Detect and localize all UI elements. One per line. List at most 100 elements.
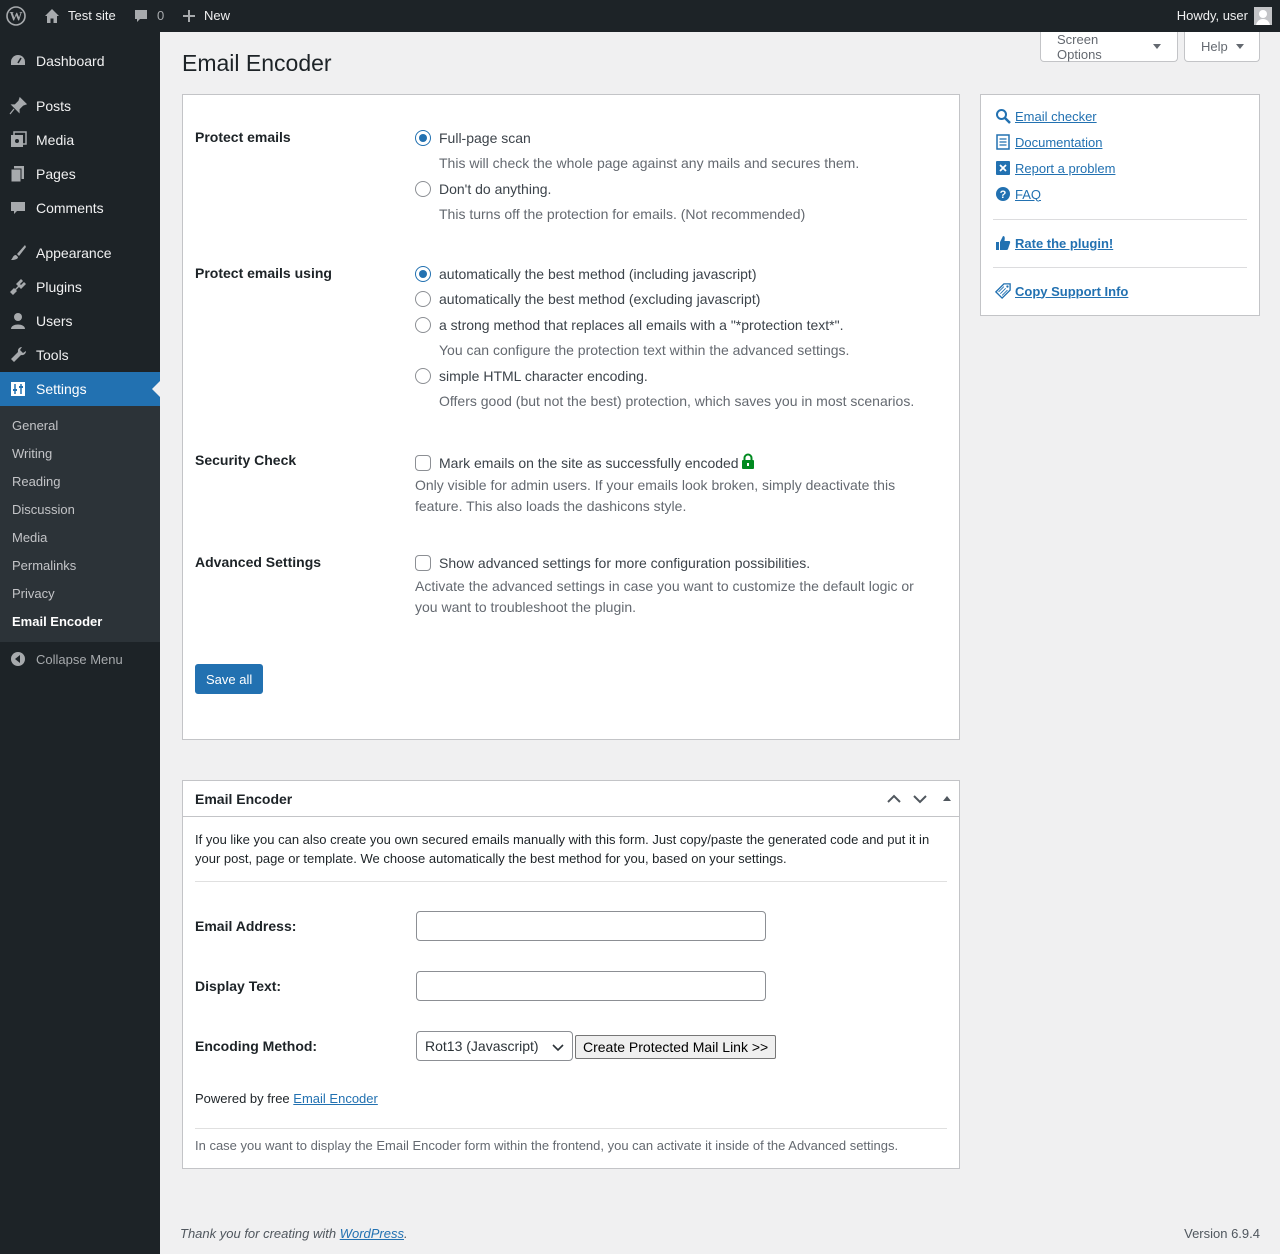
tag-icon <box>995 283 1011 300</box>
new-content-link[interactable]: New <box>182 0 230 32</box>
email-encoder-link[interactable]: Email Encoder <box>293 1091 378 1106</box>
wordpress-logo-icon[interactable]: W <box>6 0 28 32</box>
option-description: This will check the whole page against a… <box>439 155 860 171</box>
panel-intro: If you like you can also create you own … <box>195 832 930 866</box>
sidebar-item-comments[interactable]: Comments <box>0 191 160 225</box>
radio-label: automatically the best method (excluding… <box>439 291 761 307</box>
option-description: You can configure the protection text wi… <box>439 342 850 358</box>
advanced-settings-description: Activate the advanced settings in case y… <box>415 578 914 615</box>
sidebar-item-settings[interactable]: Settings <box>0 372 160 406</box>
create-mail-link-button[interactable]: Create Protected Mail Link >> <box>575 1035 777 1059</box>
sidebar-item-label: Dashboard <box>36 53 105 69</box>
option-description: This turns off the protection for emails… <box>439 206 806 222</box>
documentation-link[interactable]: Documentation <box>995 134 1102 150</box>
pin-icon <box>0 97 36 115</box>
comments-count: 0 <box>157 8 165 23</box>
collapse-menu-button[interactable]: Collapse Menu <box>0 642 160 676</box>
divider <box>195 881 947 882</box>
collapse-label: Collapse Menu <box>36 651 123 667</box>
protect-emails-label: Protect emails <box>195 129 291 145</box>
radio-dont-do-anything[interactable]: Don't do anything. <box>415 181 551 197</box>
submenu-item-general[interactable]: General <box>12 418 58 433</box>
sidebar-item-pages[interactable]: Pages <box>0 157 160 191</box>
sidebar-item-tools[interactable]: Tools <box>0 338 160 372</box>
wordpress-link[interactable]: WordPress <box>340 1226 404 1241</box>
copy-support-info-link[interactable]: Copy Support Info <box>995 283 1129 300</box>
sidebar-item-label: Comments <box>36 200 104 216</box>
svg-text:W: W <box>10 9 23 24</box>
select-value: Rot13 (Javascript) <box>425 1038 539 1054</box>
submenu-item-writing[interactable]: Writing <box>12 446 52 461</box>
screen-options-button[interactable]: Screen Options <box>1040 32 1178 62</box>
security-check-checkbox[interactable] <box>415 454 431 471</box>
radio-button[interactable] <box>415 130 431 146</box>
site-name-link[interactable]: Test site <box>44 0 116 32</box>
submenu-item-privacy[interactable]: Privacy <box>12 586 55 601</box>
divider <box>993 267 1247 268</box>
frontend-note: In case you want to display the Email En… <box>195 1138 899 1153</box>
report-problem-link[interactable]: Report a problem <box>995 160 1115 176</box>
sidebar-item-plugins[interactable]: Plugins <box>0 270 160 304</box>
advanced-settings-option[interactable]: Show advanced settings for more configur… <box>415 555 810 571</box>
link-text: Copy Support Info <box>1015 283 1129 299</box>
submenu-item-discussion[interactable]: Discussion <box>12 502 75 517</box>
sidebar-item-label: Appearance <box>36 245 112 261</box>
divider <box>195 1128 947 1129</box>
security-check-option[interactable]: Mark emails on the site as successfully … <box>415 453 755 472</box>
sidebar-item-appearance[interactable]: Appearance <box>0 236 160 270</box>
email-address-input[interactable] <box>416 911 766 941</box>
radio-button[interactable] <box>415 317 431 333</box>
faq-link[interactable]: ? FAQ <box>995 186 1041 202</box>
sidebar-item-users[interactable]: Users <box>0 304 160 338</box>
move-down-icon[interactable] <box>910 789 930 809</box>
sidebar-item-posts[interactable]: Posts <box>0 89 160 123</box>
radio-label: Don't do anything. <box>439 181 552 197</box>
powered-by: Powered by free Email Encoder <box>195 1091 378 1106</box>
plug-icon <box>0 278 36 296</box>
email-checker-link[interactable]: Email checker <box>995 108 1097 124</box>
submenu-item-email-encoder[interactable]: Email Encoder <box>12 614 102 629</box>
save-all-button[interactable]: Save all <box>195 664 264 694</box>
help-button[interactable]: Help <box>1184 32 1260 62</box>
encoding-method-label: Encoding Method: <box>195 1038 318 1054</box>
sidebar-item-label: Posts <box>36 98 72 114</box>
chevron-down-icon <box>552 1040 564 1056</box>
submenu-item-permalinks[interactable]: Permalinks <box>12 558 76 573</box>
my-account-link[interactable]: Howdy, user <box>1177 0 1272 32</box>
radio-button[interactable] <box>415 368 431 384</box>
radio-best-with-js[interactable]: automatically the best method (including… <box>415 266 757 282</box>
email-address-label: Email Address: <box>195 918 297 934</box>
user-icon <box>0 312 36 330</box>
radio-full-page-scan[interactable]: Full-page scan <box>415 130 531 146</box>
radio-button[interactable] <box>415 266 431 282</box>
footer-thanks: Thank you for creating with WordPress. <box>180 1226 408 1241</box>
rate-plugin-link[interactable]: Rate the plugin! <box>995 235 1113 251</box>
advanced-settings-checkbox[interactable] <box>415 555 431 571</box>
radio-button[interactable] <box>415 291 431 307</box>
move-up-icon[interactable] <box>884 789 904 809</box>
lock-icon <box>741 453 755 472</box>
radio-button[interactable] <box>415 181 431 197</box>
report-icon <box>995 160 1011 176</box>
advanced-settings-label: Advanced Settings <box>195 554 322 570</box>
radio-html-encoding[interactable]: simple HTML character encoding. <box>415 368 648 384</box>
toggle-panel-icon[interactable] <box>937 789 957 809</box>
submenu-item-media[interactable]: Media <box>12 530 47 545</box>
sidebar-item-media[interactable]: Media <box>0 123 160 157</box>
display-text-input[interactable] <box>416 971 766 1001</box>
encoding-method-select[interactable]: Rot13 (Javascript) <box>416 1031 573 1061</box>
sidebar-item-label: Plugins <box>36 279 82 295</box>
submenu-item-reading[interactable]: Reading <box>12 474 60 489</box>
comments-link[interactable]: 0 <box>133 0 164 32</box>
panel-header: Email Encoder <box>183 781 959 817</box>
comment-icon <box>133 8 149 24</box>
sidebar-item-dashboard[interactable]: Dashboard <box>0 44 160 78</box>
new-label: New <box>204 8 231 23</box>
powered-prefix: Powered by free <box>195 1091 290 1106</box>
collapse-icon <box>0 651 36 667</box>
help-links-box: Email checker Documentation Report a pro… <box>980 94 1260 316</box>
radio-strong-method[interactable]: a strong method that replaces all emails… <box>415 317 843 333</box>
divider <box>993 219 1247 220</box>
caret-down-icon <box>1153 44 1161 49</box>
radio-best-without-js[interactable]: automatically the best method (excluding… <box>415 291 760 307</box>
